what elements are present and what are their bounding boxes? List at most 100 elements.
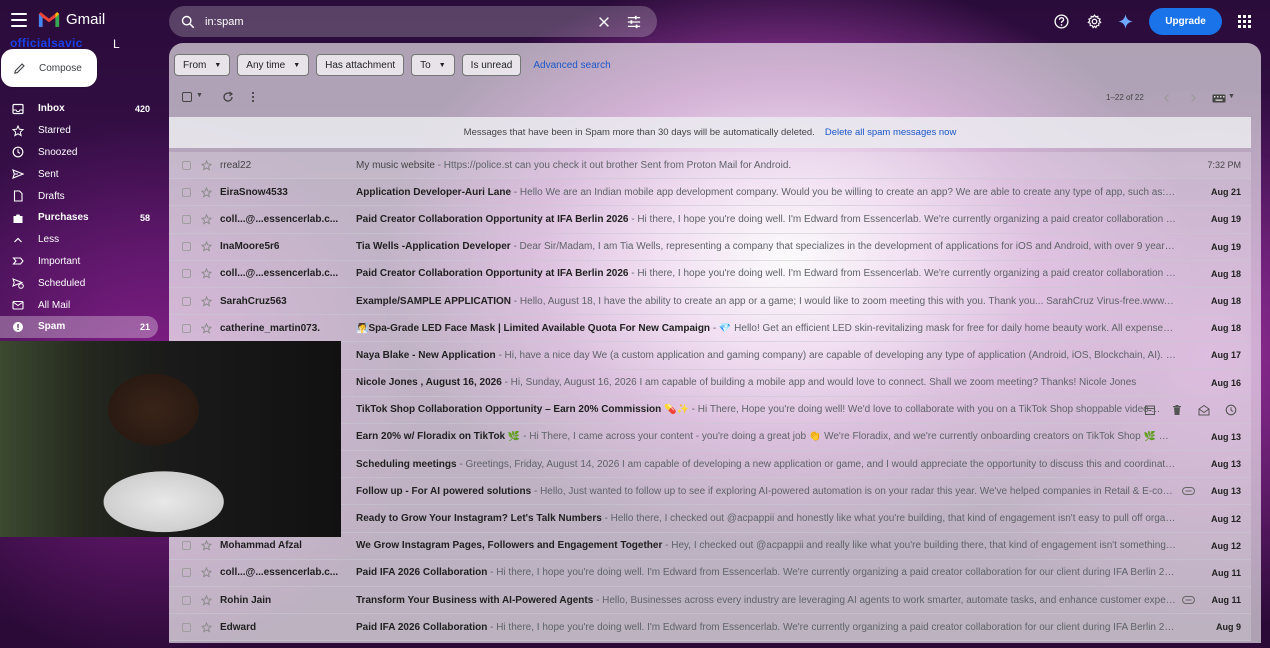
star-icon[interactable] — [201, 295, 212, 307]
email-date: Aug 13 — [1210, 459, 1241, 470]
sidebar-item-sent[interactable]: Sent — [0, 163, 158, 185]
email-content: Nicole Jones , August 16, 2026 - Hi, Sun… — [356, 377, 1176, 388]
pagination-text: 1–22 of 22 — [1106, 93, 1144, 102]
mark-as-read-icon[interactable] — [1198, 404, 1210, 416]
gmail-logo[interactable]: Gmail — [38, 11, 105, 28]
delete-all-spam-link[interactable]: Delete all spam messages now — [825, 127, 956, 138]
keyboard-icon[interactable] — [1212, 94, 1226, 103]
star-icon[interactable] — [201, 159, 212, 171]
star-icon[interactable] — [201, 567, 212, 579]
email-content: Tia Wells -Application Developer - Dear … — [356, 241, 1176, 252]
email-content: Earn 20% w/ Floradix on TikTok 🌿 - Hi Th… — [356, 431, 1176, 442]
row-checkbox[interactable] — [182, 160, 191, 170]
row-checkbox[interactable] — [182, 214, 191, 224]
email-snippet: - Hi There, I came across your content -… — [520, 431, 1176, 443]
advanced-search-link[interactable]: Advanced search — [533, 60, 610, 71]
row-checkbox[interactable] — [182, 323, 191, 333]
delete-icon[interactable] — [1171, 404, 1183, 416]
sidebar-item-snoozed[interactable]: Snoozed — [0, 142, 158, 164]
email-row[interactable]: rreal22 My music website - Https://police… — [169, 152, 1251, 180]
compose-button[interactable]: Compose — [1, 49, 97, 87]
select-all-checkbox[interactable] — [182, 92, 192, 102]
filter-to-chip[interactable]: To ▼ — [411, 54, 455, 76]
close-icon[interactable] — [597, 15, 611, 29]
email-row[interactable]: coll...@...essencerlab.c... Paid Creator … — [169, 260, 1251, 288]
chip-label: From — [183, 59, 207, 71]
row-checkbox[interactable] — [182, 568, 191, 578]
row-checkbox[interactable] — [182, 595, 191, 605]
email-sender: rreal22 — [220, 159, 252, 171]
snooze-icon[interactable] — [1225, 404, 1237, 416]
filter-is-unread-chip[interactable]: Is unread — [461, 54, 522, 76]
sidebar-item-label: Purchases — [38, 212, 89, 224]
star-icon[interactable] — [201, 213, 212, 225]
row-checkbox[interactable] — [182, 541, 191, 551]
row-checkbox[interactable] — [182, 269, 191, 279]
email-snippet: - Dear Sir/Madam, I am Tia Wells, repres… — [510, 241, 1176, 253]
email-sender: InaMoore5r6 — [220, 241, 280, 253]
row-checkbox[interactable] — [182, 296, 191, 306]
email-subject: Naya Blake - New Application — [356, 349, 496, 361]
filter-from-chip[interactable]: From ▼ — [174, 54, 231, 76]
email-row[interactable]: SarahCruz563 Example/SAMPLE APPLICATION -… — [169, 287, 1251, 316]
select-menu-chevron-icon[interactable]: ▼ — [196, 92, 203, 99]
archive-icon[interactable] — [1144, 404, 1156, 416]
star-icon[interactable] — [201, 241, 212, 252]
row-checkbox[interactable] — [182, 622, 191, 632]
search-options-icon[interactable] — [627, 15, 641, 29]
email-subject: TikTok Shop Collaboration Opportunity – … — [356, 404, 689, 416]
apps-grid-icon[interactable] — [1238, 15, 1251, 28]
search-filter-chips: From ▼ Any time ▼ Has attachment To ▼ Is un… — [174, 54, 611, 76]
sidebar-item-scheduled[interactable]: Scheduled — [0, 272, 158, 294]
star-icon[interactable] — [201, 186, 212, 198]
email-row[interactable]: EiraSnow4533 Application Developer-Auri L… — [169, 179, 1251, 207]
row-checkbox[interactable] — [182, 187, 191, 197]
refresh-icon[interactable] — [222, 91, 234, 103]
sidebar-item-spam[interactable]: Spam 21 — [0, 315, 158, 338]
filter-has-attachment-chip[interactable]: Has attachment — [316, 54, 405, 76]
email-subject: Ready to Grow Your Instagram? Let's Talk… — [356, 513, 602, 525]
email-date: Aug 18 — [1210, 296, 1241, 307]
gemini-sparkle-icon[interactable] — [1118, 14, 1133, 29]
sidebar-item-less[interactable]: Less — [0, 229, 158, 251]
sidebar-item-all-mail[interactable]: All Mail — [0, 294, 158, 316]
email-row[interactable]: InaMoore5r6 Tia Wells -Application Develo… — [169, 233, 1251, 261]
help-icon[interactable] — [1054, 14, 1069, 29]
email-row[interactable]: Edward Paid IFA 2026 Collaboration - Hi t… — [169, 614, 1251, 642]
sidebar-item-important[interactable]: Important — [0, 251, 158, 273]
star-icon[interactable] — [201, 322, 212, 334]
search-icon[interactable] — [181, 15, 195, 29]
input-tools-chevron-icon[interactable]: ▼ — [1228, 93, 1235, 100]
clock-icon — [12, 147, 24, 158]
email-row[interactable]: Rohin Jain Transform Your Business with A… — [169, 587, 1251, 615]
chevron-down-icon: ▼ — [214, 61, 222, 69]
search-input[interactable] — [205, 15, 597, 28]
main-menu-icon[interactable] — [11, 13, 27, 27]
chevron-right-icon[interactable] — [1187, 92, 1199, 104]
upgrade-button[interactable]: Upgrade — [1149, 8, 1222, 35]
star-icon[interactable] — [201, 621, 212, 633]
gear-icon[interactable] — [1087, 14, 1102, 29]
sidebar-item-inbox[interactable]: Inbox 420 — [0, 98, 158, 120]
star-icon[interactable] — [201, 594, 212, 606]
sidebar-item-drafts[interactable]: Drafts — [0, 185, 158, 207]
more-vert-icon[interactable] — [250, 91, 256, 103]
email-snippet: - Hi there, I hope you're doing well. I'… — [628, 213, 1176, 225]
star-icon[interactable] — [201, 268, 212, 280]
sidebar-item-starred[interactable]: Starred — [0, 120, 158, 142]
top-bar: Gmail in:spam Upgrade — [0, 0, 1270, 43]
filter-any-time-chip[interactable]: Any time ▼ — [237, 54, 310, 76]
email-row[interactable]: coll...@...essencerlab.c... Paid IFA 2026… — [169, 559, 1251, 587]
email-row[interactable]: coll...@...essencerlab.c... Paid Creator … — [169, 206, 1251, 234]
inbox-icon — [12, 103, 24, 114]
email-sender: SarahCruz563 — [220, 295, 287, 307]
email-snippet: - Hi, Sunday, August 16, 2026 I am capab… — [501, 377, 1137, 389]
list-toolbar: ▼ 1–22 of 22 ▼ — [169, 87, 1261, 109]
email-content: My music website - Https://police.st can… — [356, 160, 1176, 171]
star-icon[interactable] — [201, 540, 212, 551]
email-row[interactable]: catherine_martin073. 🧖Spa-Grade LED Face … — [169, 315, 1251, 343]
chevron-left-icon[interactable] — [1161, 92, 1173, 104]
sidebar-item-purchases[interactable]: Purchases 58 — [0, 207, 158, 229]
row-checkbox[interactable] — [182, 242, 191, 252]
email-sender: Rohin Jain — [220, 594, 272, 606]
